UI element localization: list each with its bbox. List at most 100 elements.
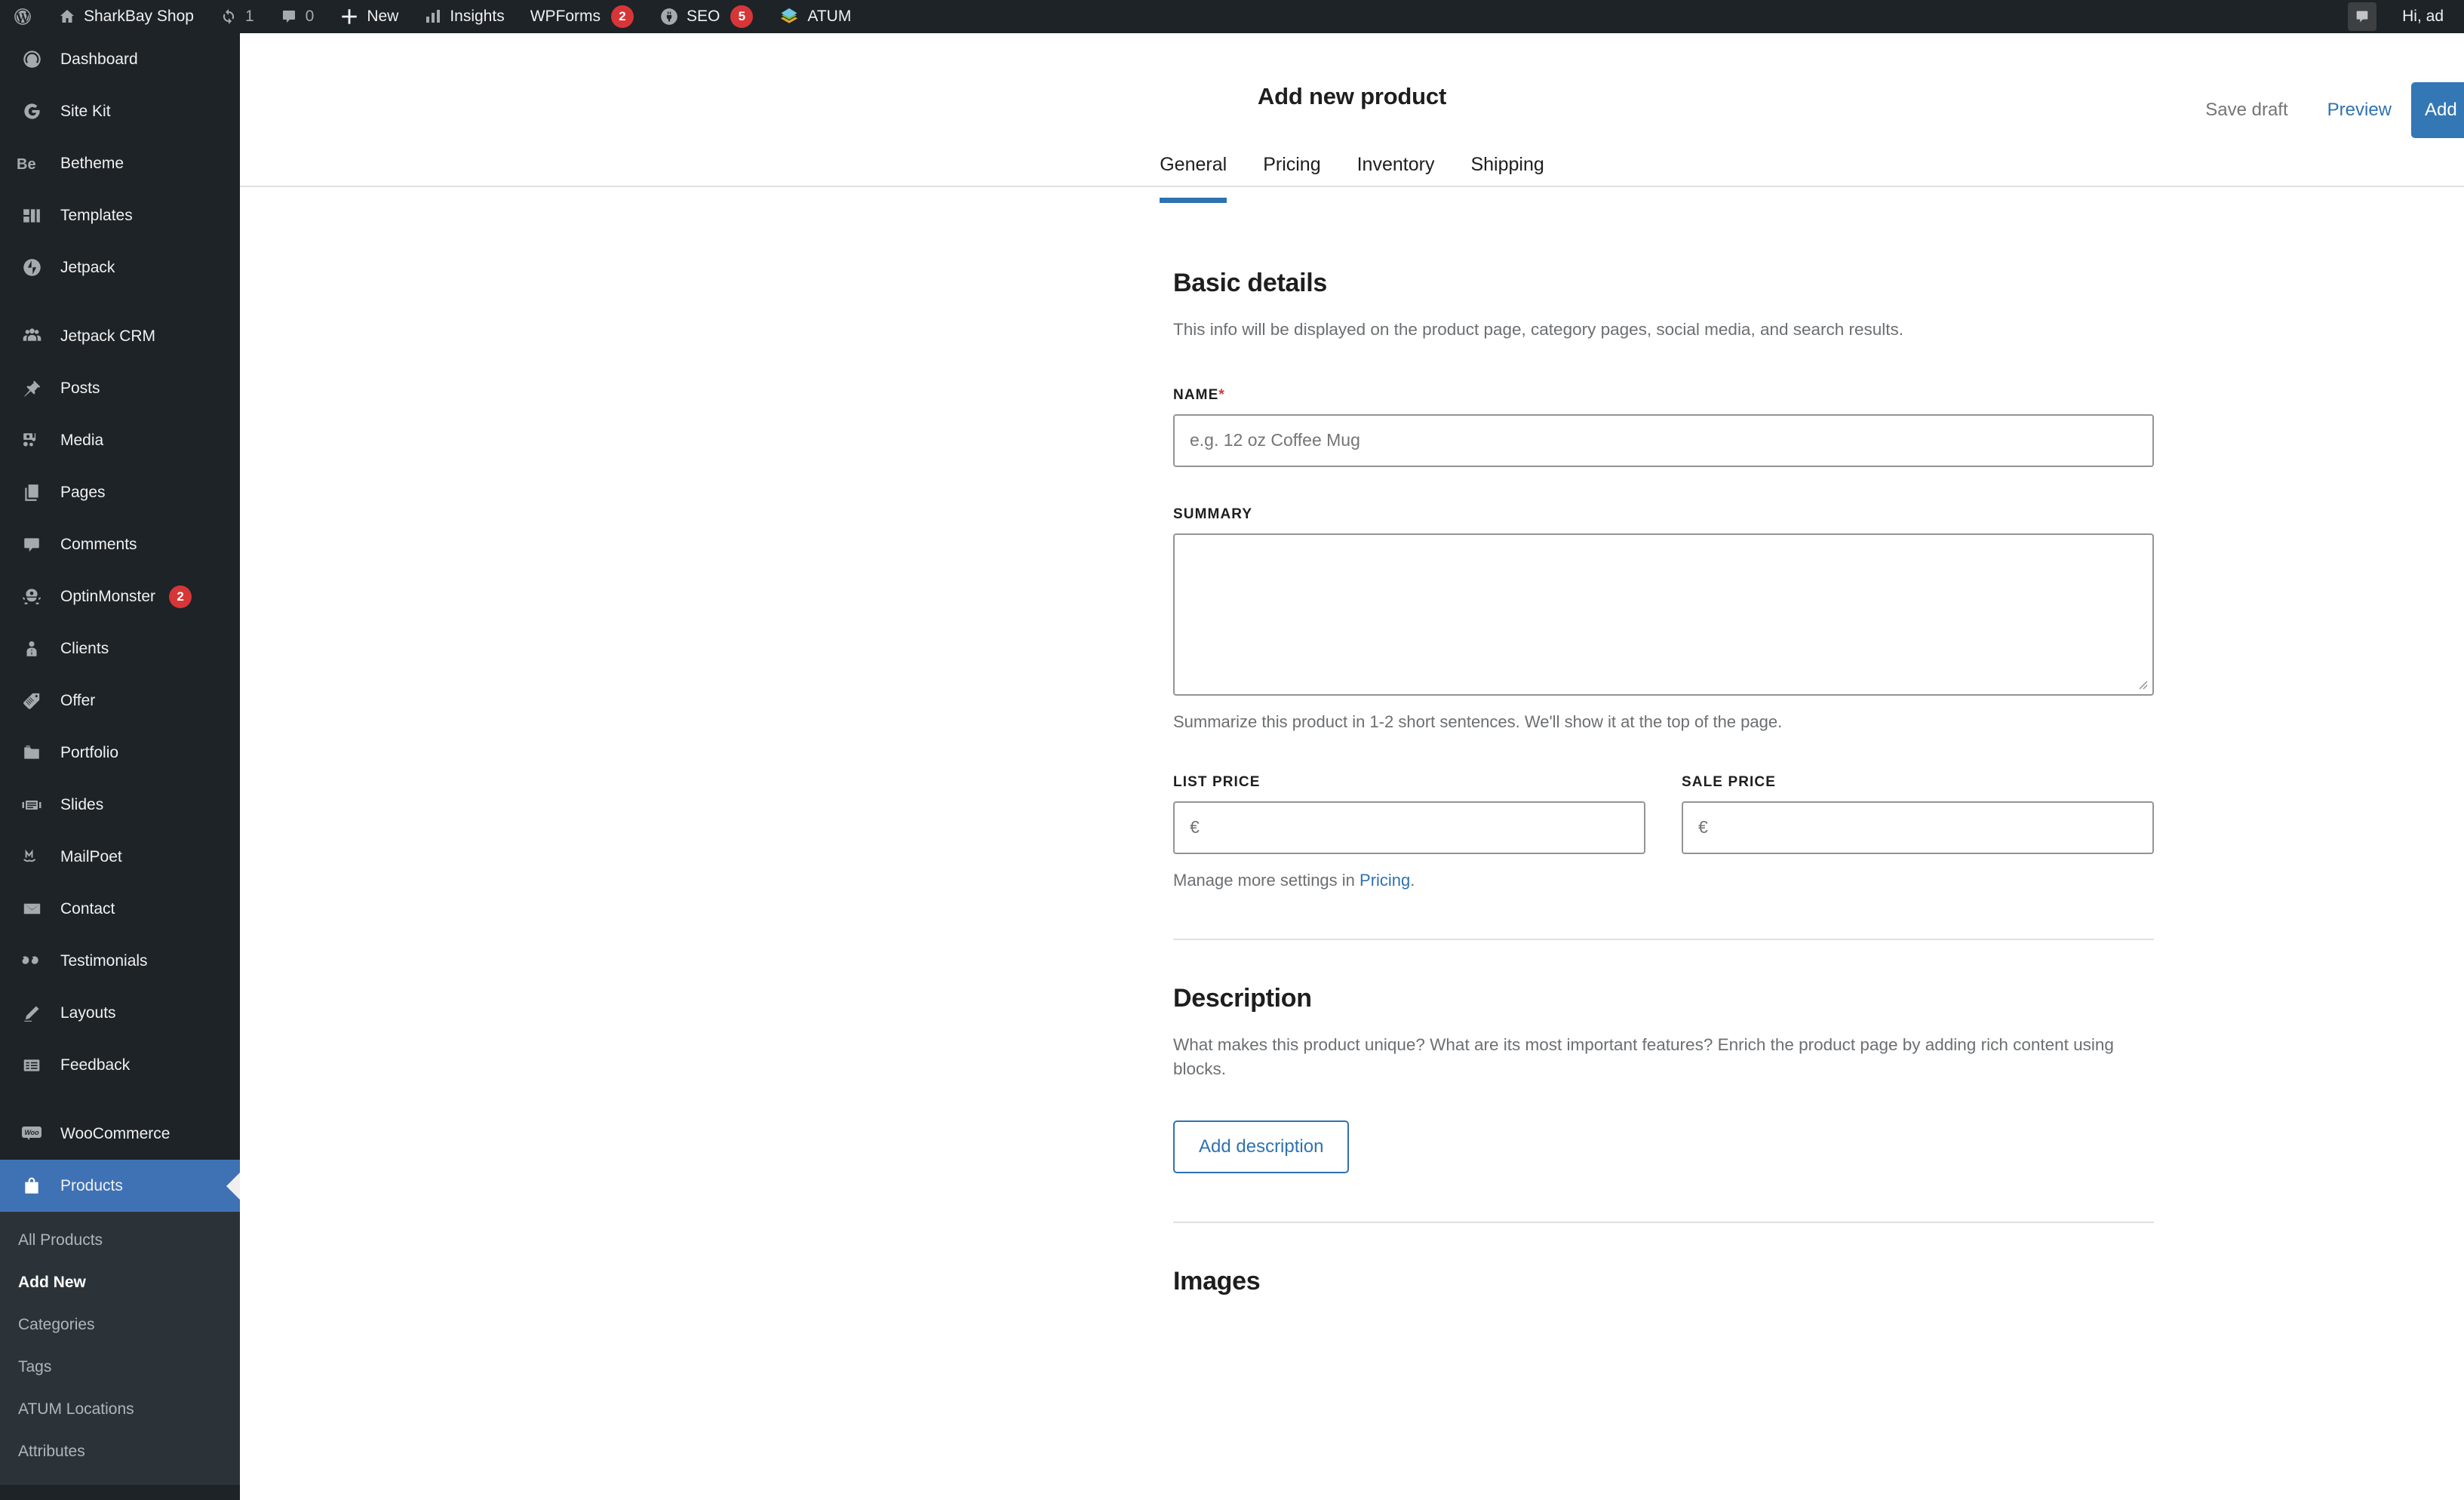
sidebar-item-layouts[interactable]: Layouts [0,987,240,1039]
product-name-input[interactable] [1173,413,2154,467]
sidebar-item-label: Jetpack [60,258,115,276]
insights-label: Insights [450,8,505,25]
account-greeting: Hi, ad [2402,8,2444,25]
save-draft-button[interactable]: Save draft [2186,100,2307,121]
summary-textarea-wrapper [1173,533,2154,696]
seo-label: SEO [687,8,720,25]
product-summary-textarea[interactable] [1173,533,2154,696]
dashboard-icon [17,49,47,69]
feedback-icon [17,1056,47,1075]
sidebar-item-feedback[interactable]: Feedback [0,1039,240,1091]
seo-menu[interactable]: SEO 5 [647,0,766,33]
sale-price-input[interactable] [1682,801,2154,854]
list-price-group: LIST PRICE [1173,774,1645,854]
sidebar-item-contact[interactable]: Contact [0,883,240,935]
site-name-menu[interactable]: SharkBay Shop [45,0,207,33]
comments-count: 0 [305,8,315,25]
list-price-input[interactable] [1173,801,1645,854]
insights-menu[interactable]: Insights [411,0,517,33]
submenu-item-all-products[interactable]: All Products [0,1219,240,1262]
basic-details-description: This info will be displayed on the produ… [1173,320,1904,339]
sidebar-item-slides[interactable]: Slides [0,779,240,831]
submenu-item-tags[interactable]: Tags [0,1346,240,1388]
price-fields-row: LIST PRICE SALE PRICE [1173,774,2154,854]
sidebar-item-jetpack[interactable]: Jetpack [0,241,240,294]
pricing-help-suffix: . [1410,870,1415,890]
pin-icon [17,379,47,398]
sidebar-item-comments[interactable]: Comments [0,518,240,570]
editor-header-actions: Save draft Preview Add [2186,33,2464,187]
submenu-item-label: Attributes [18,1443,85,1460]
sidebar-item-media[interactable]: Media [0,414,240,466]
account-menu[interactable]: Hi, ad [2389,0,2456,33]
comment-bubble-icon [2348,2,2377,31]
sidebar-item-label: Feedback [60,1056,131,1074]
sidebar-item-templates[interactable]: Templates [0,189,240,241]
sidebar-item-clients[interactable]: Clients [0,622,240,675]
sidebar-item-label: Posts [60,379,100,397]
list-price-label: LIST PRICE [1173,773,1261,790]
wordpress-logo-menu[interactable] [0,0,45,33]
summary-label: SUMMARY [1173,506,1253,522]
submenu-item-attributes[interactable]: Attributes [0,1431,240,1473]
updates-menu[interactable]: 1 [207,0,267,33]
updates-icon [220,8,238,26]
new-content-menu[interactable]: New [327,0,411,33]
sidebar-item-products[interactable]: Products [0,1160,240,1212]
sale-price-label: SALE PRICE [1682,773,1777,790]
quote-icon [17,951,47,971]
sidebar-item-mailpoet[interactable]: MailPoet [0,831,240,883]
submenu-item-categories[interactable]: Categories [0,1304,240,1346]
pricing-link[interactable]: Pricing [1360,871,1410,890]
description-section: Description What makes this product uniq… [1173,984,2154,1173]
tag-icon [17,691,47,711]
bar-chart-icon [424,8,442,26]
tab-label: Shipping [1470,154,1544,175]
sidebar-item-label: Comments [60,535,137,553]
admin-bar-right-group: Hi, ad [2335,0,2464,33]
sidebar-item-optinmonster[interactable]: OptinMonster 2 [0,570,240,622]
sidebar-item-offer[interactable]: Offer [0,675,240,727]
sidebar-item-jetpack-crm[interactable]: Jetpack CRM [0,310,240,362]
preview-button[interactable]: Preview [2308,100,2411,121]
sidebar-item-betheme[interactable]: Be Betheme [0,137,240,189]
sidebar-item-label: OptinMonster [60,587,156,605]
updates-count: 1 [244,8,254,25]
google-g-icon [17,101,47,121]
comment-bubble-icon [280,8,298,26]
sidebar-item-pages[interactable]: Pages [0,466,240,518]
pencil-icon [17,1004,47,1023]
summary-field-group: SUMMARY Summarize this product in 1-2 sh… [1173,506,2154,732]
wordpress-logo-icon [13,7,32,26]
wpforms-menu[interactable]: WPForms 2 [518,0,647,33]
sidebar-item-portfolio[interactable]: Portfolio [0,727,240,779]
sidebar-item-dashboard[interactable]: Dashboard [0,33,240,85]
images-title: Images [1173,1266,1261,1296]
sidebar-item-label: Media [60,431,104,449]
comments-menu[interactable]: 0 [267,0,327,33]
sidebar-item-posts[interactable]: Posts [0,362,240,414]
submenu-item-label: ATUM Locations [18,1400,134,1418]
admin-sidebar: Dashboard Site Kit Be Betheme Templates … [0,33,240,1500]
submenu-item-add-new[interactable]: Add New [0,1262,240,1304]
sidebar-item-woocommerce[interactable]: Woo WooCommerce [0,1108,240,1160]
add-description-button[interactable]: Add description [1173,1120,1350,1173]
sidebar-item-testimonials[interactable]: Testimonials [0,935,240,987]
sidebar-item-label: Pages [60,483,106,501]
new-content-label: New [367,8,399,25]
atum-menu[interactable]: ATUM [766,0,864,33]
sidebar-item-label: Portfolio [60,743,119,761]
submenu-item-atum-locations[interactable]: ATUM Locations [0,1388,240,1431]
sidebar-item-site-kit[interactable]: Site Kit [0,85,240,137]
sidebar-item-label: Clients [60,639,109,657]
tab-label: Pricing [1263,154,1321,175]
sidebar-item-label: WooCommerce [60,1124,171,1142]
sidebar-item-label: Offer [60,691,96,709]
seo-badge: 5 [730,5,754,28]
page-title: Add new product [1257,83,1447,109]
sale-price-group: SALE PRICE [1682,774,2154,854]
publish-button[interactable]: Add [2411,82,2464,138]
portfolio-icon [17,743,47,763]
admin-bar-notifications[interactable] [2335,0,2389,33]
mailpoet-icon [17,847,47,867]
